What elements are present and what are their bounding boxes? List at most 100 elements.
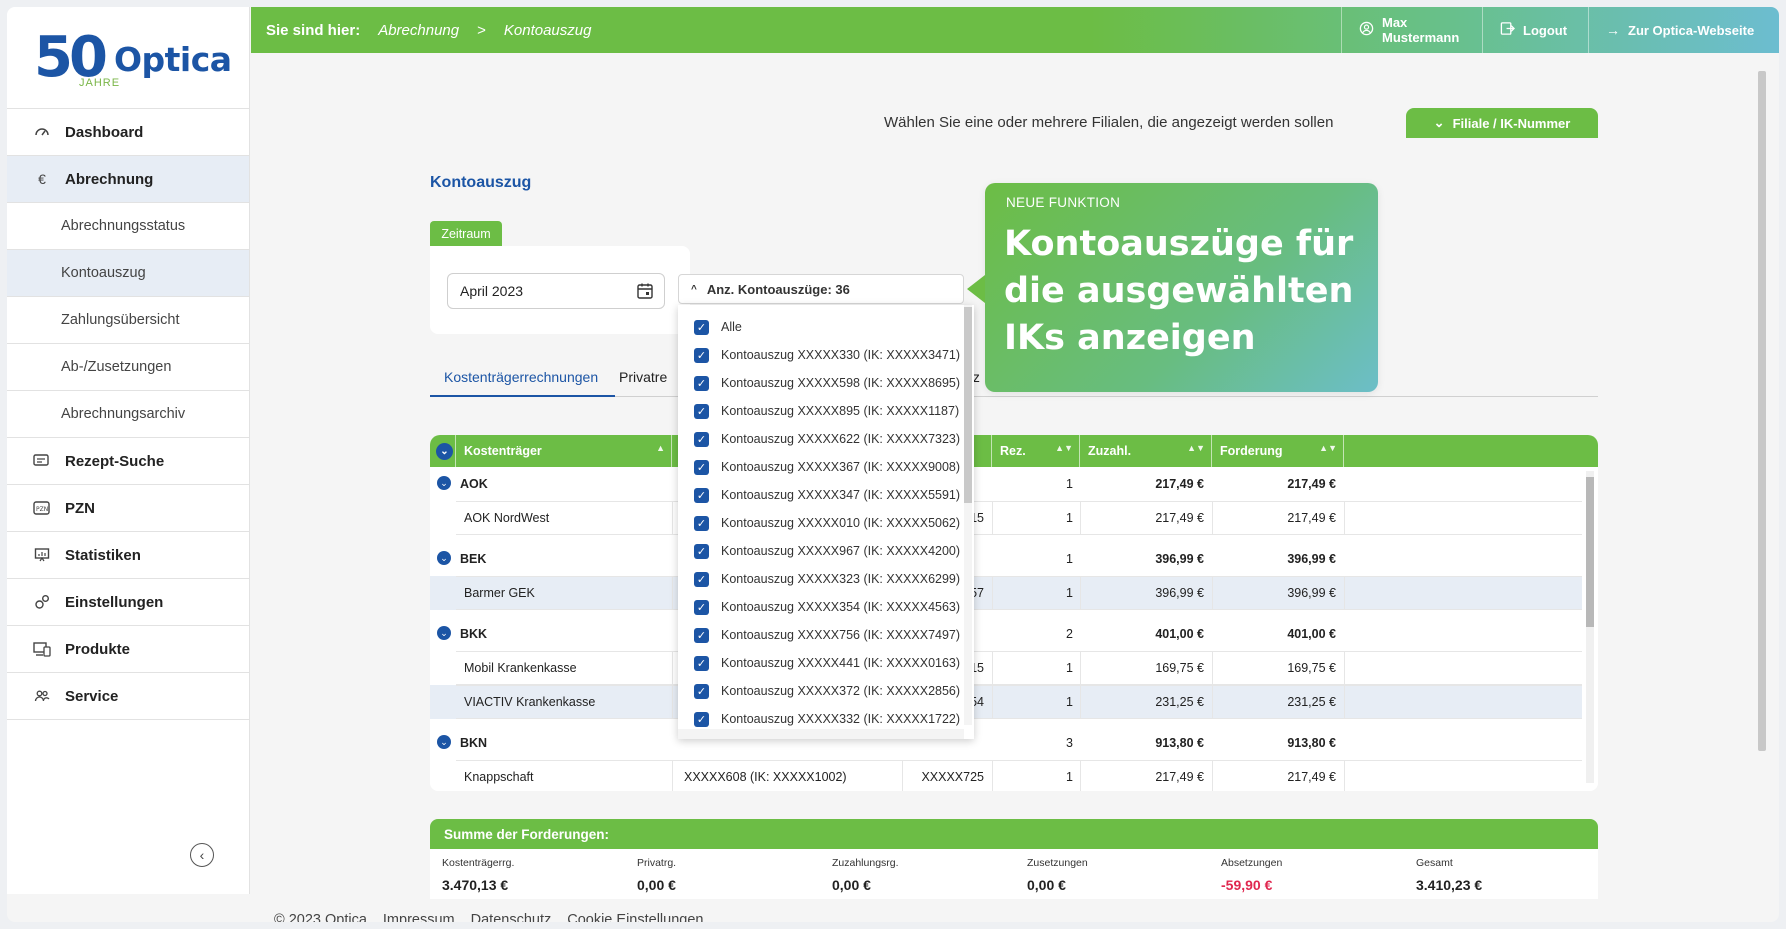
month-picker-input[interactable]: April 2023 (447, 273, 665, 309)
expand-all-header[interactable]: ⌄ (430, 435, 456, 467)
filiale-ik-button[interactable]: ⌄ Filiale / IK-Nummer (1406, 108, 1598, 138)
sidebar-item-statistiken[interactable]: Statistiken (7, 532, 249, 579)
checkbox-checked-icon[interactable]: ✓ (694, 459, 709, 475)
page-scrollbar[interactable] (1757, 63, 1767, 903)
table-row[interactable]: AOK NordWest 15 1 217,49 €217,49 € (430, 501, 1582, 535)
cell-forderung: 401,00 € (1287, 627, 1336, 641)
table-scrollbar[interactable] (1586, 471, 1594, 783)
chevron-down-circle-icon: ⌄ (436, 443, 453, 460)
collapse-group-icon[interactable]: ⌄ (437, 626, 451, 640)
cell-rez: 1 (1066, 511, 1073, 525)
website-button[interactable]: → Zur Optica-Webseite (1588, 7, 1779, 53)
cookie-settings-link[interactable]: Cookie Einstellungen (567, 912, 703, 922)
checkbox-checked-icon[interactable]: ✓ (694, 571, 709, 587)
checkbox-checked-icon[interactable]: ✓ (694, 403, 709, 419)
column-divider (1344, 651, 1345, 685)
kontoauszug-option[interactable]: ✓ Kontoauszug XXXXX323 (IK: XXXXX6299) (694, 569, 960, 589)
kontoauszug-option[interactable]: ✓ Kontoauszug XXXXX010 (IK: XXXXX5062) (694, 513, 960, 533)
checkbox-checked-icon[interactable]: ✓ (694, 515, 709, 531)
optica-logo[interactable]: 50 JAHRE Optica (7, 7, 249, 109)
summary-value: 0,00 € (637, 877, 676, 893)
checkbox-checked-icon[interactable]: ✓ (694, 711, 709, 727)
dropdown-scrollbar-thumb[interactable] (964, 307, 972, 503)
option-alle[interactable]: ✓ Alle (694, 317, 742, 337)
arrow-right-icon: → (1606, 22, 1620, 38)
sidebar-sub-zahlungsuebersicht[interactable]: Zahlungsübersicht (7, 297, 249, 344)
checkbox-checked-icon[interactable]: ✓ (694, 347, 709, 363)
copyright: © 2023 Optica (274, 912, 367, 922)
table-group-row[interactable]: ⌄ AOK 1 217,49 € 217,49 € (430, 467, 1582, 501)
kontoauszug-option[interactable]: ✓ Kontoauszug XXXXX367 (IK: XXXXX9008) (694, 457, 960, 477)
checkbox-checked-icon[interactable]: ✓ (694, 543, 709, 559)
sidebar-sub-kontoauszug[interactable]: Kontoauszug (7, 250, 249, 297)
tab-privatrechnungen[interactable]: Privatre (605, 369, 681, 397)
impressum-link[interactable]: Impressum (383, 912, 455, 922)
kontoauszug-option[interactable]: ✓ Kontoauszug XXXXX622 (IK: XXXXX7323) (694, 429, 960, 449)
table-row[interactable]: Barmer GEK 57 1 396,99 €396,99 € (430, 576, 1582, 610)
summary-label: Gesamt (1416, 857, 1453, 869)
kontoauszug-option[interactable]: ✓ Kontoauszug XXXXX347 (IK: XXXXX5591) (694, 485, 960, 505)
tab-kostentraegerrechnungen[interactable]: Kostenträgerrechnungen (430, 369, 615, 397)
sidebar-item-label: Statistiken (65, 546, 141, 564)
header-rez[interactable]: Rez. ▲▼ (992, 435, 1080, 467)
sidebar-sub-ab-zusetzungen[interactable]: Ab-/Zusetzungen (7, 344, 249, 391)
calendar-icon[interactable] (636, 282, 654, 305)
sidebar-item-service[interactable]: Service (7, 673, 249, 720)
cell-rez: 1 (1066, 770, 1073, 784)
kontoauszug-option[interactable]: ✓ Kontoauszug XXXXX332 (IK: XXXXX1722) (694, 709, 960, 729)
dropdown-horizontal-scrollbar[interactable] (678, 729, 964, 739)
sidebar-item-einstellungen[interactable]: Einstellungen (7, 579, 249, 626)
sidebar-sub-abrechnungsstatus[interactable]: Abrechnungsstatus (7, 203, 249, 250)
collapse-sidebar-button[interactable]: ‹ (190, 843, 214, 867)
kontoauszug-option[interactable]: ✓ Kontoauszug XXXXX441 (IK: XXXXX0163) (694, 653, 960, 673)
table-row[interactable]: Knappschaft XXXXX608 (IK: XXXXX1002) XXXXX… (430, 760, 1582, 791)
kontoauszug-option[interactable]: ✓ Kontoauszug XXXXX372 (IK: XXXXX2856) (694, 681, 960, 701)
column-divider (672, 760, 673, 791)
table-row[interactable]: VIACTIV Krankenkasse 54 1 231,25 €231,25 € (430, 685, 1582, 719)
breadcrumb-abrechnung[interactable]: Abrechnung (378, 22, 459, 39)
checkbox-checked-icon[interactable]: ✓ (694, 655, 709, 671)
collapse-group-icon[interactable]: ⌄ (437, 735, 451, 749)
kontoauszug-option[interactable]: ✓ Kontoauszug XXXXX756 (IK: XXXXX7497) (694, 625, 960, 645)
header-forderung[interactable]: Forderung ▲▼ (1212, 435, 1344, 467)
checkbox-checked-icon[interactable]: ✓ (694, 683, 709, 699)
sidebar-item-produkte[interactable]: Produkte (7, 626, 249, 673)
checkbox-checked-icon[interactable]: ✓ (694, 375, 709, 391)
table-group-row[interactable]: ⌄ BKN 3 913,80 € 913,80 € (430, 726, 1582, 760)
checkbox-checked-icon[interactable]: ✓ (694, 431, 709, 447)
checkbox-checked-icon[interactable]: ✓ (694, 627, 709, 643)
kontoauszug-option[interactable]: ✓ Kontoauszug XXXXX354 (IK: XXXXX4563) (694, 597, 960, 617)
kontoauszug-select[interactable]: ^ Anz. Kontoauszüge: 36 (678, 274, 964, 304)
table-group-row[interactable]: ⌄ BEK 1 396,99 € 396,99 € (430, 542, 1582, 576)
sidebar-item-pzn[interactable]: PZN PZN (7, 485, 249, 532)
summary-label: Privatrg. (637, 857, 677, 869)
header-zuzahl[interactable]: Zuzahl. ▲▼ (1080, 435, 1212, 467)
sidebar-item-rezept-suche[interactable]: Rezept-Suche (7, 438, 249, 485)
kontoauszug-option[interactable]: ✓ Kontoauszug XXXXX598 (IK: XXXXX8695) (694, 373, 960, 393)
collapse-group-icon[interactable]: ⌄ (437, 476, 451, 490)
sidebar-item-dashboard[interactable]: Dashboard (7, 109, 249, 156)
collapse-group-icon[interactable]: ⌄ (437, 551, 451, 565)
cell-zuzahl: 396,99 € (1155, 586, 1204, 600)
header-kostentraeger[interactable]: Kostenträger ▲ (456, 435, 672, 467)
header-label: Zuzahl. (1088, 444, 1132, 458)
table-scrollbar-thumb[interactable] (1586, 477, 1594, 627)
table-row[interactable]: Mobil Krankenkasse 15 1 169,75 €169,75 € (430, 651, 1582, 685)
kontoauszug-option[interactable]: ✓ Kontoauszug XXXXX967 (IK: XXXXX4200) (694, 541, 960, 561)
kontoauszug-option[interactable]: ✓ Kontoauszug XXXXX895 (IK: XXXXX1187) (694, 401, 959, 421)
sidebar-sub-abrechnungsarchiv[interactable]: Abrechnungsarchiv (7, 391, 249, 438)
user-button[interactable]: Max Mustermann (1341, 7, 1482, 53)
sidebar-item-abrechnung[interactable]: € Abrechnung (7, 156, 249, 203)
checkbox-checked-icon[interactable]: ✓ (694, 319, 709, 335)
datenschutz-link[interactable]: Datenschutz (471, 912, 552, 922)
prescription-search-icon (33, 452, 51, 470)
table-group-row[interactable]: ⌄ BKK 2 401,00 € 401,00 € (430, 617, 1582, 651)
kontoauszug-option[interactable]: ✓ Kontoauszug XXXXX330 (IK: XXXXX3471) (694, 345, 960, 365)
logout-button[interactable]: Logout (1482, 7, 1588, 53)
group-name: AOK (460, 477, 488, 491)
zeitraum-tab: Zeitraum (430, 221, 502, 246)
dropdown-scrollbar[interactable] (964, 305, 972, 725)
checkbox-checked-icon[interactable]: ✓ (694, 487, 709, 503)
page-scrollbar-thumb[interactable] (1758, 71, 1766, 751)
checkbox-checked-icon[interactable]: ✓ (694, 599, 709, 615)
